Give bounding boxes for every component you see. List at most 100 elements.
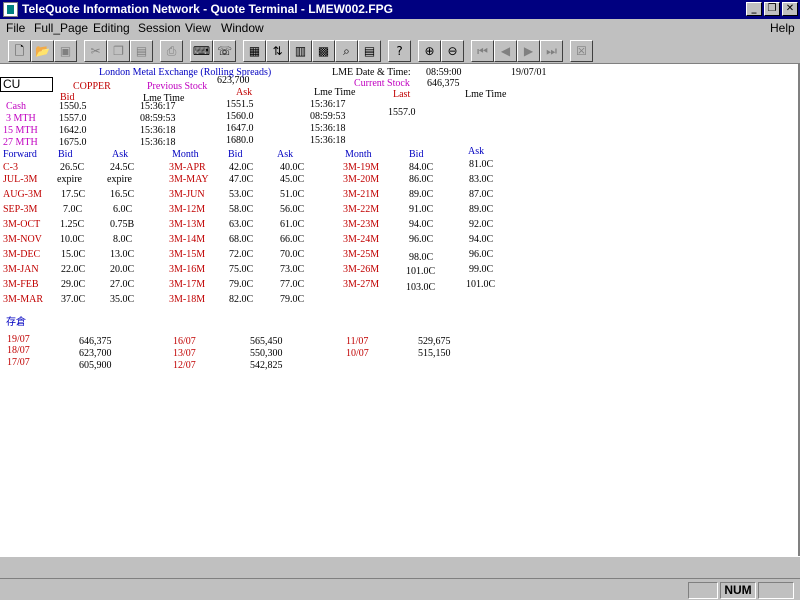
spread-ask: 79.0C (280, 294, 305, 305)
spread-label: JUL-3M (3, 174, 38, 185)
keyboard-icon[interactable]: ⌨ (190, 40, 213, 62)
spread-ask: 77.0C (280, 279, 305, 290)
zoom-page-icon[interactable]: ⌕ (335, 40, 358, 62)
spread-label: 3M-27M (343, 279, 380, 290)
menu-session[interactable]: Session (138, 21, 181, 35)
spread-label: 3M-NOV (3, 234, 42, 245)
stock-value: 515,150 (418, 348, 451, 359)
spread-ask: 27.0C (110, 279, 135, 290)
page-list-icon[interactable]: ▤ (358, 40, 381, 62)
spread-bid: 10.0C (60, 234, 85, 245)
spread-label: 3M-OCT (3, 219, 41, 230)
quote-label-15mth: 15 MTH (3, 125, 38, 136)
spread-label: 3M-DEC (3, 249, 41, 260)
spread-bid-header: Bid (228, 149, 243, 160)
next-page-icon[interactable]: ▶ (517, 40, 540, 62)
quote-ask-time: 15:36:18 (310, 135, 346, 146)
app-icon[interactable] (3, 2, 18, 17)
spread-bid: 47.0C (229, 174, 254, 185)
chart-icon[interactable]: ▥ (289, 40, 312, 62)
restore-icon[interactable]: ❐ (764, 2, 780, 16)
spread-label: 3M-16M (169, 264, 206, 275)
minimize-icon[interactable]: _ (746, 2, 762, 16)
live-icon[interactable]: ▩ (312, 40, 335, 62)
spread-bid: 84.0C (409, 162, 434, 173)
menu-view[interactable]: View (185, 21, 211, 35)
spread-ask: 20.0C (110, 264, 135, 275)
commodity-name: COPPER (73, 81, 111, 92)
spread-bid: 94.0C (409, 219, 434, 230)
quote-ask: 1560.0 (226, 111, 254, 122)
stock-value: 565,450 (250, 336, 283, 347)
menu-full-page[interactable]: Full_Page (34, 21, 88, 35)
spread-ask-header: Ask (112, 149, 129, 160)
sort-icon[interactable]: ⇅ (266, 40, 289, 62)
last-time-header: Lme Time (465, 89, 507, 100)
new-file-icon[interactable]: 🗋 (8, 40, 31, 62)
spread-ask: 73.0C (280, 264, 305, 275)
grid-icon[interactable]: ▦ (243, 40, 266, 62)
prev-page-icon[interactable]: ◀ (494, 40, 517, 62)
spread-bid: 72.0C (229, 249, 254, 260)
symbol-input[interactable]: CU (0, 77, 53, 92)
quote-ask: 1680.0 (226, 135, 254, 146)
spread-ask: 70.0C (280, 249, 305, 260)
help-icon[interactable]: ? (388, 40, 411, 62)
save-icon[interactable]: ▣ (54, 40, 77, 62)
menu-help[interactable]: Help (770, 21, 795, 35)
quote-ask-time: 15:36:18 (310, 123, 346, 134)
spread-label: 3M-18M (169, 294, 206, 305)
spread-label: 3M-13M (169, 219, 206, 230)
zoom-in-icon[interactable]: ⊕ (418, 40, 441, 62)
spread-label: 3M-20M (343, 174, 380, 185)
copy-icon[interactable]: ❐ (107, 40, 130, 62)
spread-label: 3M-JUN (169, 189, 205, 200)
first-page-icon[interactable]: ⏮ (471, 40, 494, 62)
spread-ask: 101.0C (466, 279, 496, 290)
last-header: Last (393, 89, 411, 100)
quote-bid: 1557.0 (59, 113, 87, 124)
phone-icon[interactable]: ☏ (213, 40, 236, 62)
spread-label: 3M-26M (343, 264, 380, 275)
month-header: Month (172, 149, 199, 160)
spread-label: 3M-JAN (3, 264, 39, 275)
spread-label: SEP-3M (3, 204, 38, 215)
spread-ask: 56.0C (280, 204, 305, 215)
spread-bid: 79.0C (229, 279, 254, 290)
spread-label: 3M-FEB (3, 279, 39, 290)
spread-ask: 35.0C (110, 294, 135, 305)
quote-bid: 1550.5 (59, 101, 87, 112)
close-page-icon[interactable]: ☒ (570, 40, 593, 62)
menu-editing[interactable]: Editing (93, 21, 130, 35)
paste-icon[interactable]: ▤ (130, 40, 153, 62)
spread-bid: 7.0C (63, 204, 83, 215)
spread-label: 3M-15M (169, 249, 206, 260)
spread-bid: 37.0C (61, 294, 86, 305)
spread-ask: 40.0C (280, 162, 305, 173)
spread-bid-header: Bid (409, 149, 424, 160)
stock-value: 529,675 (418, 336, 451, 347)
quote-bid-time: 15:36:18 (140, 137, 176, 148)
cut-icon[interactable]: ✂ (84, 40, 107, 62)
quote-bid: 1642.0 (59, 125, 87, 136)
open-folder-icon[interactable]: 📂 (31, 40, 54, 62)
spread-bid: 89.0C (409, 189, 434, 200)
last-page-icon[interactable]: ⏭ (540, 40, 563, 62)
menu-window[interactable]: Window (221, 21, 264, 35)
spread-ask: 94.0C (469, 234, 494, 245)
spread-ask: 92.0C (469, 219, 494, 230)
spread-label: 3M-MAY (169, 174, 209, 185)
stock-value: 623,700 (79, 348, 112, 359)
spread-ask: 89.0C (469, 204, 494, 215)
zoom-out-icon[interactable]: ⊖ (441, 40, 464, 62)
horizontal-scroll-area[interactable] (0, 556, 800, 578)
spread-bid: expire (57, 174, 82, 185)
spread-bid: 29.0C (61, 279, 86, 290)
menu-file[interactable]: File (6, 21, 25, 35)
close-icon[interactable]: ✕ (782, 2, 798, 16)
print-icon[interactable]: ⎙ (160, 40, 183, 62)
ask-time-header: Lme Time (314, 87, 356, 98)
ask-header: Ask (236, 87, 253, 98)
stock-value: 550,300 (250, 348, 283, 359)
spread-label: 3M-22M (343, 204, 380, 215)
